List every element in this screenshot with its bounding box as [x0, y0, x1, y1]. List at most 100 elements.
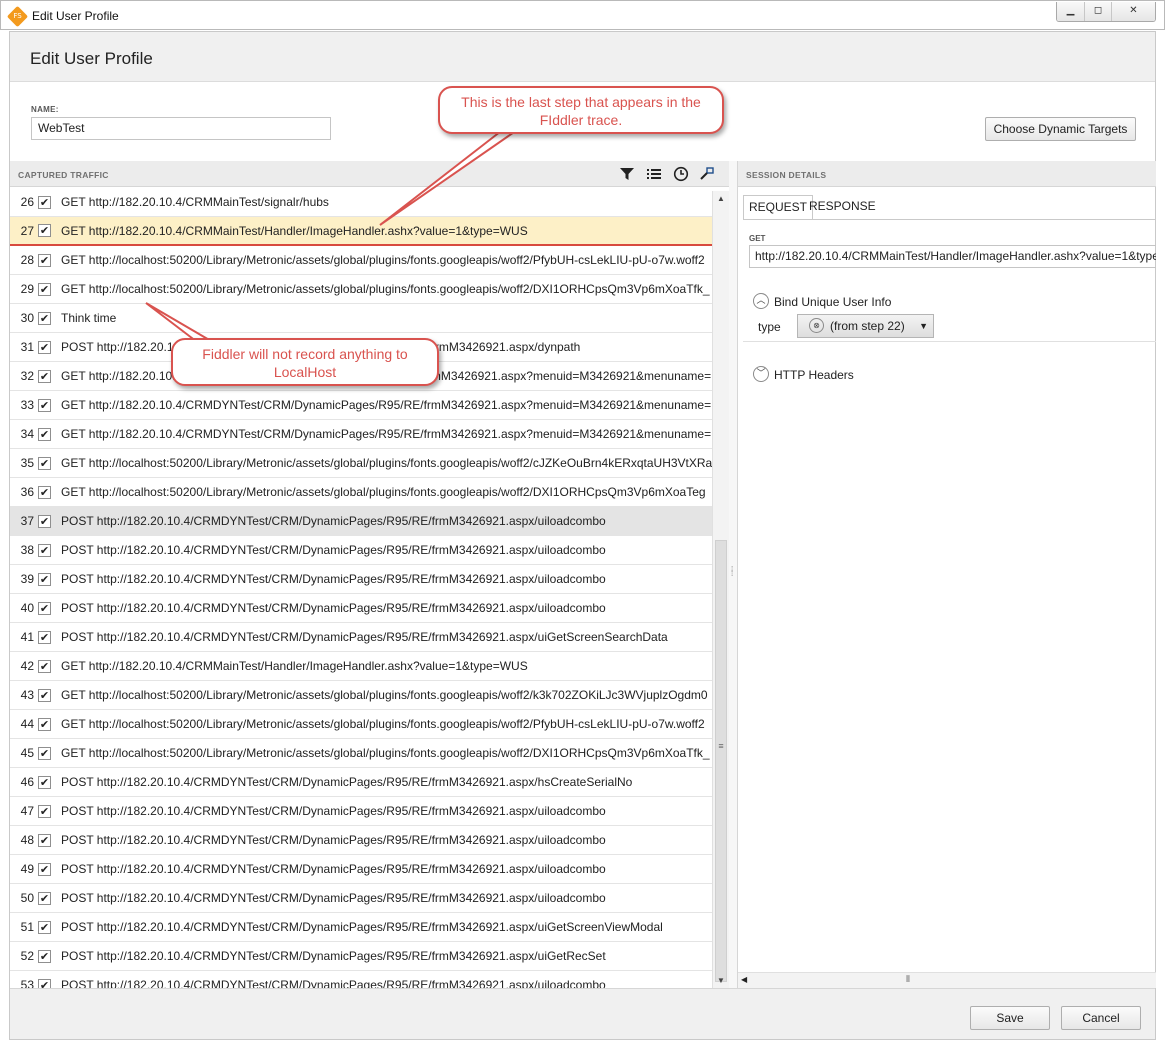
captured-traffic-list: 26 ✔ GET http://182.20.10.4/CRMMainTest/si…	[10, 188, 712, 988]
step-request-text: GET http://localhost:50200/Library/Metro…	[61, 456, 712, 470]
step-checkbox[interactable]: ✔	[38, 688, 51, 702]
table-row[interactable]: 26 ✔ GET http://182.20.10.4/CRMMainTest/si…	[10, 188, 712, 217]
step-checkbox[interactable]: ✔	[38, 601, 51, 615]
table-row[interactable]: 45 ✔ GET http://localhost:50200/Library/Me…	[10, 739, 712, 768]
table-row[interactable]: 46 ✔ POST http://182.20.10.4/CRMDYNTest/CR…	[10, 768, 712, 797]
http-headers-header[interactable]: HTTP Headers	[774, 368, 854, 382]
table-row[interactable]: 27 ✔ GET http://182.20.10.4/CRMMainTest/Ha…	[10, 217, 712, 246]
step-number: 31	[20, 340, 34, 354]
table-row[interactable]: 35 ✔ GET http://localhost:50200/Library/Me…	[10, 449, 712, 478]
step-number: 49	[20, 862, 34, 876]
step-number: 51	[20, 920, 34, 934]
choose-dynamic-targets-button[interactable]: Choose Dynamic Targets	[985, 117, 1136, 141]
close-button[interactable]: ✕	[1111, 2, 1155, 21]
table-row[interactable]: 33 ✔ GET http://182.20.10.4/CRMDYNTest/CRM…	[10, 391, 712, 420]
name-input[interactable]: WebTest	[31, 117, 331, 140]
step-checkbox[interactable]: ✔	[38, 630, 51, 644]
search-icon[interactable]	[699, 166, 715, 182]
collapse-chevron-icon[interactable]: ︿	[753, 293, 769, 309]
step-checkbox[interactable]: ✔	[38, 717, 51, 731]
traffic-scrollbar[interactable]: ▲ ≡ ▼	[712, 191, 729, 988]
expand-chevron-icon[interactable]: ﹀	[753, 366, 769, 382]
list-icon[interactable]	[646, 166, 662, 182]
step-checkbox[interactable]: ✔	[38, 224, 51, 237]
session-details-panel: SESSION DETAILS REQUEST RESPONSE GET htt…	[737, 161, 1156, 988]
table-row[interactable]: 50 ✔ POST http://182.20.10.4/CRMDYNTest/CR…	[10, 884, 712, 913]
table-row[interactable]: 34 ✔ GET http://182.20.10.4/CRMDYNTest/CRM…	[10, 420, 712, 449]
step-checkbox[interactable]: ✔	[38, 195, 51, 209]
step-number: 30	[20, 311, 34, 325]
dialog-frame: Edit User Profile NAME: WebTest Choose D…	[9, 31, 1156, 1040]
table-row[interactable]: 41 ✔ POST http://182.20.10.4/CRMDYNTest/CR…	[10, 623, 712, 652]
table-row[interactable]: 49 ✔ POST http://182.20.10.4/CRMDYNTest/CR…	[10, 855, 712, 884]
table-row[interactable]: 52 ✔ POST http://182.20.10.4/CRMDYNTest/CR…	[10, 942, 712, 971]
table-row[interactable]: 48 ✔ POST http://182.20.10.4/CRMDYNTest/CR…	[10, 826, 712, 855]
tab-response[interactable]: RESPONSE	[804, 195, 881, 220]
table-row[interactable]: 51 ✔ POST http://182.20.10.4/CRMDYNTest/CR…	[10, 913, 712, 942]
step-checkbox[interactable]: ✔	[38, 485, 51, 499]
step-checkbox[interactable]: ✔	[38, 949, 51, 963]
step-checkbox[interactable]: ✔	[38, 659, 51, 673]
step-number: 50	[20, 891, 34, 905]
table-row[interactable]: 28 ✔ GET http://localhost:50200/Library/Me…	[10, 246, 712, 275]
step-checkbox[interactable]: ✔	[38, 340, 51, 354]
save-button[interactable]: Save	[970, 1006, 1050, 1030]
table-row[interactable]: 39 ✔ POST http://182.20.10.4/CRMDYNTest/CR…	[10, 565, 712, 594]
table-row[interactable]: 36 ✔ GET http://localhost:50200/Library/Me…	[10, 478, 712, 507]
step-checkbox[interactable]: ✔	[38, 833, 51, 847]
step-number: 53	[20, 978, 34, 988]
table-row[interactable]: 30 ✔ Think time	[10, 304, 712, 333]
scroll-left-arrow-icon[interactable]: ◀	[741, 975, 747, 984]
step-checkbox[interactable]: ✔	[38, 311, 51, 325]
scroll-up-arrow-icon[interactable]: ▲	[715, 194, 727, 203]
table-row[interactable]: 47 ✔ POST http://182.20.10.4/CRMDYNTest/CR…	[10, 797, 712, 826]
table-row[interactable]: 29 ✔ GET http://localhost:50200/Library/Me…	[10, 275, 712, 304]
step-request-text: POST http://182.20.10.4/CRMDYNTest/CRM/D…	[61, 978, 606, 988]
table-row[interactable]: 38 ✔ POST http://182.20.10.4/CRMDYNTest/CR…	[10, 536, 712, 565]
step-checkbox[interactable]: ✔	[38, 775, 51, 789]
bind-unique-user-info-header[interactable]: Bind Unique User Info	[774, 295, 891, 309]
step-checkbox[interactable]: ✔	[38, 804, 51, 818]
step-checkbox[interactable]: ✔	[38, 891, 51, 905]
table-row[interactable]: 53 ✔ POST http://182.20.10.4/CRMDYNTest/CR…	[10, 971, 712, 988]
step-checkbox[interactable]: ✔	[38, 572, 51, 586]
request-url-field[interactable]: http://182.20.10.4/CRMMainTest/Handler/I…	[749, 245, 1156, 268]
table-row[interactable]: 43 ✔ GET http://localhost:50200/Library/Me…	[10, 681, 712, 710]
step-checkbox[interactable]: ✔	[38, 978, 51, 988]
tab-request[interactable]: REQUEST	[743, 195, 814, 220]
step-checkbox[interactable]: ✔	[38, 543, 51, 557]
step-checkbox[interactable]: ✔	[38, 456, 51, 470]
step-checkbox[interactable]: ✔	[38, 514, 51, 528]
cancel-button[interactable]: Cancel	[1061, 1006, 1141, 1030]
table-row[interactable]: 42 ✔ GET http://182.20.10.4/CRMMainTest/Ha…	[10, 652, 712, 681]
step-number: 42	[20, 659, 34, 673]
step-checkbox[interactable]: ✔	[38, 253, 51, 267]
maximize-button[interactable]: ◻	[1084, 2, 1111, 21]
step-number: 28	[20, 253, 34, 267]
filter-icon[interactable]	[619, 166, 635, 182]
table-row[interactable]: 40 ✔ POST http://182.20.10.4/CRMDYNTest/CR…	[10, 594, 712, 623]
table-row[interactable]: 44 ✔ GET http://localhost:50200/Library/Me…	[10, 710, 712, 739]
scroll-down-arrow-icon[interactable]: ▼	[715, 976, 727, 985]
type-select[interactable]: ⊗ (from step 22) ▼	[797, 314, 934, 338]
step-request-text: POST http://182.20.10.4/CRMDYNTest/CRM/D…	[61, 601, 606, 615]
unlink-icon: ⊗	[809, 318, 824, 333]
step-checkbox[interactable]: ✔	[38, 427, 51, 441]
session-horizontal-scrollbar[interactable]: ◀ ⦀	[738, 972, 1156, 988]
table-row[interactable]: 37 ✔ POST http://182.20.10.4/CRMDYNTest/CR…	[10, 507, 712, 536]
step-request-text: POST http://182.20.10.4/CRMDYNTest/CRM/D…	[61, 804, 606, 818]
step-checkbox[interactable]: ✔	[38, 282, 51, 296]
minimize-button[interactable]: ▁	[1057, 2, 1084, 21]
step-checkbox[interactable]: ✔	[38, 920, 51, 934]
step-number: 38	[20, 543, 34, 557]
step-checkbox[interactable]: ✔	[38, 369, 51, 383]
step-checkbox[interactable]: ✔	[38, 746, 51, 760]
dropdown-arrow-icon: ▼	[919, 321, 928, 331]
scroll-thumb[interactable]: ≡	[715, 540, 727, 982]
clock-icon[interactable]	[673, 166, 689, 182]
step-checkbox[interactable]: ✔	[38, 398, 51, 412]
step-checkbox[interactable]: ✔	[38, 862, 51, 876]
step-request-text: POST http://182.20.10.4/CRMDYNTest/CRM/D…	[61, 630, 668, 644]
step-request-text: POST http://182.20.10.4/CRMDYNTest/CRM/D…	[61, 920, 663, 934]
step-request-text: GET http://localhost:50200/Library/Metro…	[61, 485, 706, 499]
